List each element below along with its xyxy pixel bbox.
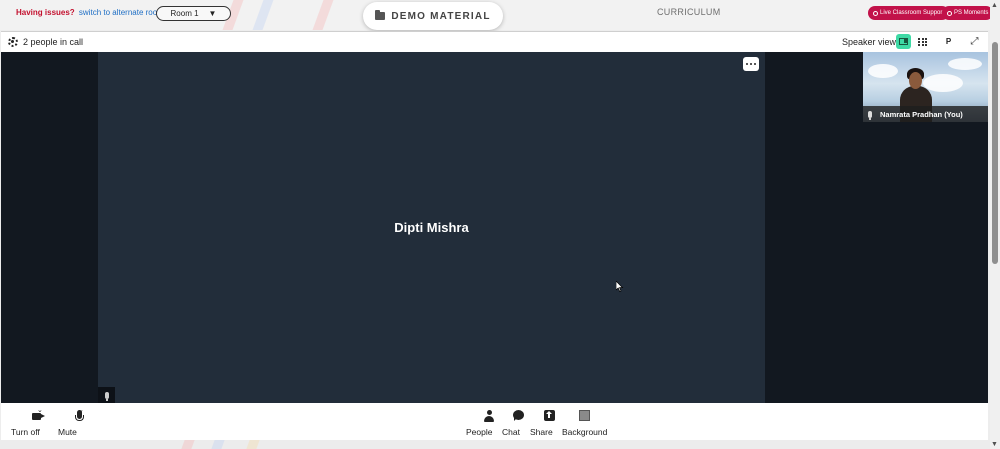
p-button-label: P — [945, 37, 952, 46]
support-icon — [873, 10, 878, 16]
more-dots-icon — [753, 62, 757, 66]
live-classroom-support-button[interactable]: Live Classroom Support — [868, 6, 950, 20]
camera-label: Turn off — [11, 427, 40, 437]
chat-label: Chat — [502, 427, 520, 437]
bottom-strip — [0, 440, 990, 449]
share-label: Share — [530, 427, 553, 437]
decor-stripe — [181, 440, 195, 449]
speaker-mic-indicator — [98, 387, 115, 403]
decor-stripe — [312, 0, 334, 30]
room-select[interactable]: Room 1 ▼ — [156, 6, 231, 21]
mute-label: Mute — [58, 427, 77, 437]
p-button[interactable]: P — [941, 34, 956, 49]
decor-stripe — [246, 440, 260, 449]
demo-material-label: DEMO MATERIAL — [391, 10, 491, 22]
gear-icon[interactable] — [8, 37, 18, 47]
mute-button[interactable]: ⌄ Mute — [56, 403, 86, 440]
more-dots-icon — [745, 62, 749, 66]
mouse-cursor-icon — [616, 281, 624, 292]
top-bar: Having issues? switch to alternate room … — [0, 0, 994, 30]
background-label: Background — [562, 427, 608, 437]
fullscreen-button[interactable]: ⤢ — [967, 34, 982, 49]
issue-notice: Having issues? switch to alternate room — [16, 8, 164, 17]
share-screen-icon — [543, 410, 555, 421]
self-name: Namrata Pradhan (You) — [880, 109, 963, 119]
scroll-down-arrow-icon[interactable]: ▼ — [991, 441, 998, 448]
people-label: People — [466, 427, 493, 437]
people-count: 2 people in call — [23, 37, 84, 47]
ps-moments-button[interactable]: PS Moments — [942, 6, 994, 20]
page-scrollbar[interactable]: ▲ ▼ — [990, 0, 1000, 449]
chat-bubble-icon — [512, 410, 524, 421]
tile-more-options-button[interactable] — [743, 57, 759, 71]
speaker-name: Dipti Mishra — [394, 220, 469, 235]
scroll-up-arrow-icon[interactable]: ▲ — [991, 2, 998, 9]
decor-stripe — [252, 0, 274, 30]
demo-material-button[interactable]: DEMO MATERIAL — [363, 2, 503, 30]
speaker-layout-icon — [899, 38, 908, 45]
person-head — [909, 72, 922, 89]
speaker-view-button[interactable] — [896, 34, 911, 49]
call-header: 2 people in call Speaker view P ⤢ — [1, 31, 988, 52]
background-cloud — [868, 64, 898, 78]
microphone-icon — [104, 391, 109, 401]
scroll-thumb[interactable] — [992, 42, 998, 264]
ps-moments-label: PS Moments — [954, 10, 989, 16]
camera-toggle-button[interactable]: ⌄ Turn off — [9, 403, 45, 440]
more-dots-icon — [749, 62, 753, 66]
view-mode-label: Speaker view — [842, 37, 897, 47]
people-button[interactable]: People — [464, 403, 494, 440]
call-controls: ⌄ Turn off ⌄ Mute People Chat Share Back… — [1, 403, 988, 440]
background-button[interactable]: Background — [561, 403, 611, 440]
self-name-bar: Namrata Pradhan (You) — [863, 106, 988, 122]
curriculum-link[interactable]: CURRICULUM — [657, 7, 721, 17]
grid-view-button[interactable] — [915, 34, 930, 49]
background-image-icon — [579, 410, 590, 421]
self-video-tile[interactable]: Namrata Pradhan (You) — [863, 52, 988, 122]
microphone-icon — [868, 110, 872, 120]
share-button[interactable]: Share — [529, 403, 555, 440]
video-stage: Dipti Mishra Namrata Pradhan (You) — [1, 52, 988, 403]
background-cloud — [948, 58, 982, 70]
expand-icon: ⤢ — [970, 36, 979, 47]
main-speaker-tile[interactable]: Dipti Mishra — [98, 52, 765, 403]
moments-icon — [947, 10, 952, 16]
people-icon — [484, 410, 494, 422]
decor-stripe — [211, 440, 225, 449]
room-selected-value: Room 1 — [170, 9, 199, 18]
issue-text: Having issues? — [16, 8, 75, 17]
alternate-room-link[interactable]: switch to alternate room — [79, 8, 164, 17]
chat-button[interactable]: Chat — [500, 403, 524, 440]
chevron-down-icon[interactable]: ⌄ — [37, 406, 43, 414]
dropdown-arrow-icon: ▼ — [208, 9, 217, 18]
grid-layout-icon — [918, 37, 927, 46]
folder-icon — [375, 10, 386, 20]
video-camera-icon — [31, 413, 45, 420]
chevron-down-icon[interactable]: ⌄ — [78, 406, 84, 414]
live-support-label: Live Classroom Support — [880, 10, 945, 16]
